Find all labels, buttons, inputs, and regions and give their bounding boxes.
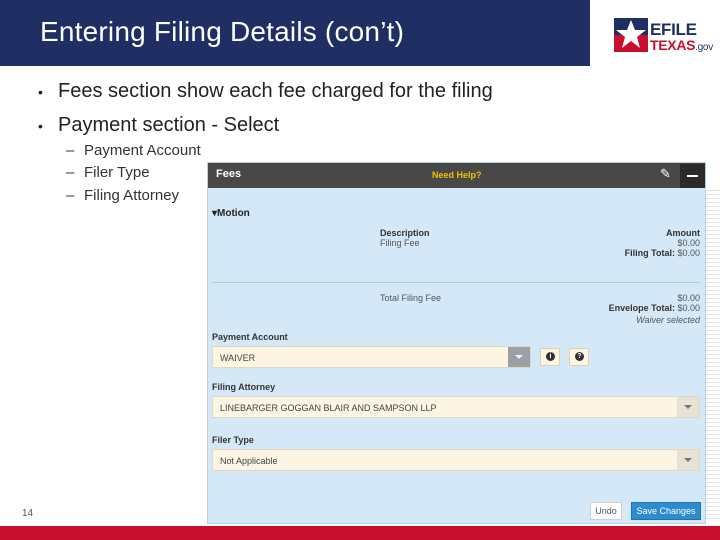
total-filing-fee-value: $0.00 bbox=[677, 293, 700, 303]
chevron-down-icon[interactable] bbox=[677, 450, 699, 470]
fees-panel-title: Fees bbox=[216, 168, 242, 180]
fees-panel-header: Fees Need Help? ✎ bbox=[208, 163, 705, 188]
sub-bullet-filer-type: – Filer Type bbox=[66, 164, 150, 181]
info-icon: i bbox=[546, 352, 555, 361]
dash-icon: – bbox=[66, 164, 75, 181]
filing-attorney-label: Filing Attorney bbox=[212, 382, 276, 392]
payment-help-button[interactable]: ? bbox=[569, 348, 589, 366]
fee-description: Filing Fee bbox=[380, 238, 420, 248]
logo-texas-text: TEXAS.gov bbox=[650, 37, 713, 53]
payment-account-label: Payment Account bbox=[212, 332, 288, 342]
bullet-dot-icon: • bbox=[38, 117, 43, 134]
amount-header: Amount bbox=[666, 228, 700, 238]
chevron-down-icon[interactable] bbox=[677, 397, 699, 417]
filing-total: Filing Total: $0.00 bbox=[624, 248, 700, 258]
minus-icon bbox=[687, 175, 698, 177]
help-icon: ? bbox=[575, 352, 584, 361]
fee-amount: $0.00 bbox=[677, 238, 700, 248]
edit-icon[interactable]: ✎ bbox=[660, 166, 671, 182]
logo-gov-text: .gov bbox=[695, 42, 713, 53]
filing-attorney-select[interactable]: LINEBARGER GOGGAN BLAIR AND SAMPSON LLP bbox=[212, 396, 700, 418]
bullet-payment: • Payment section - Select bbox=[38, 114, 280, 136]
bullet-fees: • Fees section show each fee charged for … bbox=[38, 80, 493, 102]
sub-bullet-payment-account: – Payment Account bbox=[66, 142, 201, 159]
chevron-down-icon[interactable] bbox=[508, 347, 530, 367]
total-filing-fee-label: Total Filing Fee bbox=[380, 293, 442, 303]
motion-section-toggle[interactable]: ▾Motion bbox=[212, 208, 250, 219]
fees-panel: Fees Need Help? ✎ ▾Motion Description Fi… bbox=[207, 162, 706, 524]
payment-account-select[interactable]: WAIVER bbox=[212, 346, 531, 368]
bullet-dot-icon: • bbox=[38, 83, 43, 100]
footer-bar bbox=[0, 526, 720, 540]
page-title: Entering Filing Details (con’t) bbox=[40, 16, 405, 47]
texas-star-icon bbox=[614, 18, 648, 52]
collapse-button[interactable] bbox=[680, 164, 705, 188]
undo-button[interactable]: Undo bbox=[590, 502, 622, 520]
description-header: Description bbox=[380, 228, 430, 238]
dash-icon: – bbox=[66, 142, 75, 159]
efile-texas-logo: EFILE TEXAS.gov bbox=[614, 18, 714, 58]
save-changes-button[interactable]: Save Changes bbox=[631, 502, 701, 520]
filer-type-label: Filer Type bbox=[212, 435, 254, 445]
filer-type-select[interactable]: Not Applicable bbox=[212, 449, 700, 471]
need-help-link[interactable]: Need Help? bbox=[432, 170, 482, 180]
payment-info-button[interactable]: i bbox=[540, 348, 560, 366]
sub-bullet-filing-attorney: – Filing Attorney bbox=[66, 187, 180, 204]
envelope-total: Envelope Total: $0.00 bbox=[608, 303, 700, 313]
title-banner: Entering Filing Details (con’t) EFILE TE… bbox=[0, 0, 720, 66]
title-bar: Entering Filing Details (con’t) bbox=[0, 0, 590, 66]
page-number: 14 bbox=[22, 508, 34, 519]
waiver-note: Waiver selected bbox=[636, 315, 700, 325]
dash-icon: – bbox=[66, 187, 75, 204]
divider bbox=[212, 282, 700, 283]
